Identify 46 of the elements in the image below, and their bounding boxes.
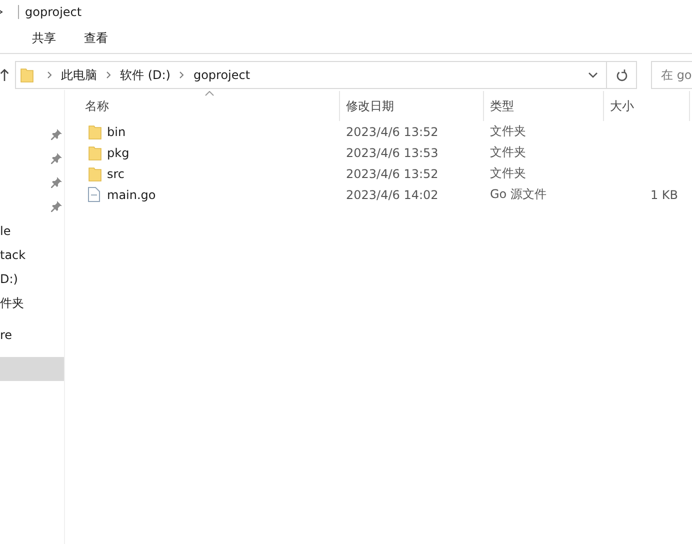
sidebar-item[interactable]: tack [0,243,64,267]
modified-date: 2023/4/6 13:52 [346,124,438,138]
file-size: 1 KB [650,188,678,202]
file-type: 文件夹 [490,165,526,182]
column-header[interactable]: 修改日期 [340,91,484,121]
chevron-icon[interactable] [106,71,111,79]
location-folder-icon [20,67,34,83]
ribbon-tab[interactable]: 查看 [84,30,122,47]
file-name[interactable]: src [107,166,125,180]
pin-icon[interactable] [51,201,62,212]
refresh-button[interactable] [607,61,637,89]
modified-date: 2023/4/6 13:53 [346,146,438,160]
ribbon-tab[interactable]: 共享 [32,30,70,47]
file-icon [88,187,100,202]
refresh-icon [616,68,628,82]
caret-icon[interactable] [0,8,4,16]
file-type: 文件夹 [490,144,526,161]
folder-icon [88,144,102,160]
window-title: goproject [25,5,82,19]
chevron-icon[interactable] [179,71,184,79]
modified-date: 2023/4/6 14:02 [346,188,438,202]
column-header[interactable]: 类型 [484,91,604,121]
sidebar-item[interactable]: D:) [0,267,64,291]
modified-date: 2023/4/6 13:52 [346,166,438,180]
pin-icon[interactable] [51,129,62,140]
breadcrumb[interactable]: 此电脑 [61,66,97,84]
pin-icon[interactable] [51,153,62,164]
folder-icon [88,124,102,140]
file-type: Go 源文件 [490,186,546,203]
sidebar-item[interactable]: re [0,323,64,347]
breadcrumb[interactable]: 软件 (D:) [120,66,170,84]
up-arrow-icon[interactable] [0,69,9,81]
chevron-icon[interactable] [47,71,52,79]
search-field[interactable]: 在 go [651,61,692,89]
column-header[interactable]: 大小 [604,91,690,121]
column-header[interactable]: 名称 [65,91,340,121]
folder-icon [88,166,102,182]
breadcrumb[interactable]: goproject [193,68,250,82]
file-name[interactable]: main.go [107,188,156,202]
file-name[interactable]: bin [107,124,126,138]
sidebar-item[interactable]: le [0,219,64,243]
sidebar-item[interactable]: 件夹 [0,291,64,315]
dropdown-caret-icon[interactable] [588,72,598,78]
pin-icon[interactable] [51,177,62,188]
file-name[interactable]: pkg [107,146,130,160]
file-type: 文件夹 [490,123,526,140]
